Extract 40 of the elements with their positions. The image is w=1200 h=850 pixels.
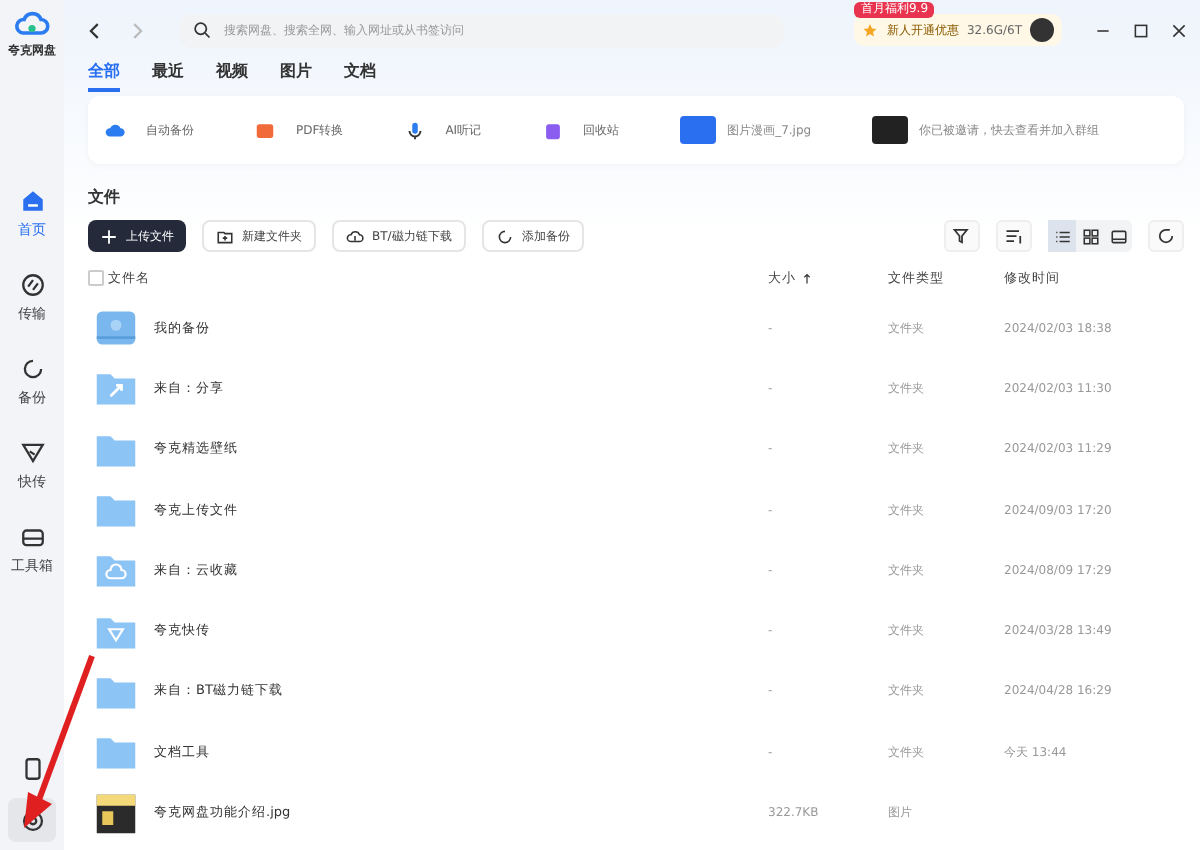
transfer-icon xyxy=(19,272,45,298)
view-button[interactable] xyxy=(1048,220,1076,252)
filter-button[interactable] xyxy=(944,220,980,252)
checkbox[interactable] xyxy=(88,270,104,286)
search-icon xyxy=(192,20,212,40)
phone-icon xyxy=(19,756,45,782)
list-icon xyxy=(1053,227,1071,245)
tab[interactable]: 文档 xyxy=(344,60,376,92)
folder-plus-icon xyxy=(216,227,234,245)
tab[interactable]: 视频 xyxy=(216,60,248,92)
refresh-icon xyxy=(19,356,45,382)
cloud-download-icon xyxy=(346,227,364,245)
avatar[interactable] xyxy=(1030,18,1054,42)
section-title: 文件 xyxy=(86,186,122,208)
star-icon xyxy=(862,22,879,38)
photo-placeholder xyxy=(871,116,908,144)
cloud-icon xyxy=(104,119,126,141)
preview-icon xyxy=(1109,227,1127,245)
sort-button[interactable] xyxy=(996,220,1032,252)
microphone-icon xyxy=(403,119,426,141)
image-thumbnail xyxy=(94,791,138,836)
tab[interactable]: 全部 xyxy=(88,60,120,92)
refresh-button[interactable] xyxy=(1148,220,1184,252)
tab[interactable]: 最近 xyxy=(152,60,184,92)
grid-icon xyxy=(1081,227,1099,245)
image-thumbnail xyxy=(679,116,716,144)
sort-icon xyxy=(1004,226,1024,246)
tab[interactable]: 图片 xyxy=(280,60,312,92)
maximize-icon xyxy=(1132,21,1150,39)
plus-icon xyxy=(100,227,118,245)
filter-icon xyxy=(952,226,972,246)
document-icon xyxy=(254,119,276,141)
paper-plane-icon xyxy=(19,440,45,466)
home-icon xyxy=(19,188,45,214)
sort-arrow-icon xyxy=(800,271,814,285)
toolbox-icon xyxy=(19,524,45,550)
refresh-icon xyxy=(1156,226,1176,246)
refresh-icon xyxy=(495,227,514,245)
close-icon xyxy=(1170,21,1188,39)
drive-folder-icon xyxy=(94,306,138,351)
